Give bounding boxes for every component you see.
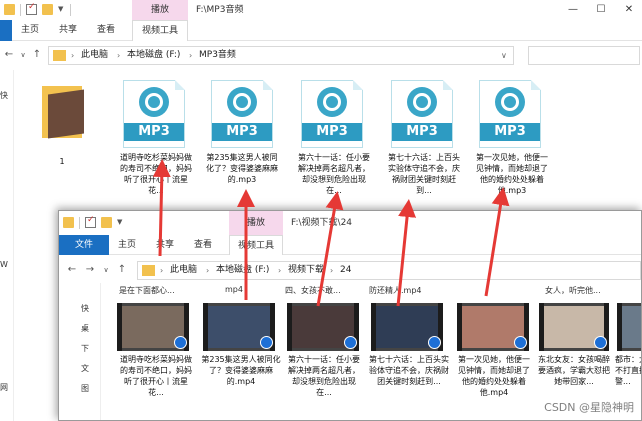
arrow-3 <box>316 191 344 307</box>
arrow-1 <box>152 159 171 257</box>
annotation-arrows <box>152 159 510 307</box>
watermark-text: CSDN @星隐神明 <box>544 401 634 414</box>
arrow-4 <box>396 199 417 307</box>
arrow-5 <box>484 187 510 297</box>
